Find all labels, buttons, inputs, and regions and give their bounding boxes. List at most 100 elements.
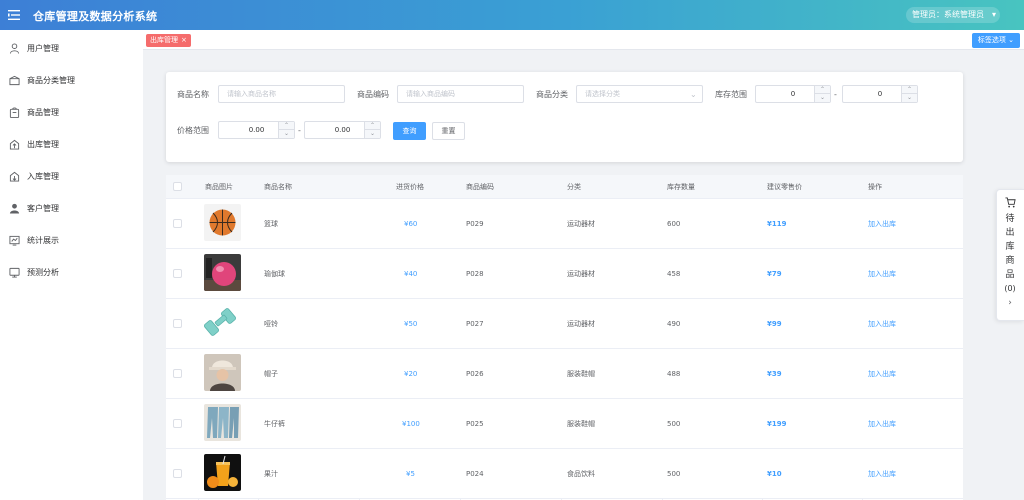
product-code: P025 [466,420,484,428]
row-checkbox[interactable] [173,419,182,428]
product-name: 帽子 [264,370,278,378]
stock-quantity: 488 [667,370,681,378]
price-min-stepper[interactable]: ⌃ ⌄ [278,122,294,138]
product-code: P026 [466,370,484,378]
sidebar-item-products[interactable]: 商品管理 [0,97,143,129]
row-checkbox[interactable] [173,219,182,228]
reset-button[interactable]: 重置 [432,122,465,140]
tag-options-button[interactable]: 标签选项 ⌄ [971,33,1020,48]
hat-image [204,354,241,391]
sidebar-item-label: 统计展示 [27,236,59,245]
product-category: 运动器材 [567,320,595,328]
chevron-down-icon: ▾ [991,10,996,19]
chevron-down-icon: ⌄ [369,130,376,137]
add-to-outbound-link[interactable]: 加入出库 [868,199,896,249]
select-all-checkbox[interactable] [173,182,182,191]
dumbbell-image [204,304,241,341]
forecast-icon [9,267,20,278]
stats-icon [9,235,20,246]
chevron-right-icon[interactable]: › [997,298,1023,308]
category-icon [9,75,20,86]
sidebar-item-inbound[interactable]: 入库管理 [0,161,143,193]
name-label: 商品名称 [177,90,209,99]
close-icon[interactable]: × [181,36,187,44]
product-code: P024 [466,470,484,478]
add-to-outbound-link[interactable]: 加入出库 [868,249,896,299]
sidebar-item-label: 入库管理 [27,172,59,181]
tag-options-label: 标签选项 [977,36,1006,44]
col-category: 分类 [567,183,581,191]
cart-count: (0) [1004,284,1016,293]
col-name: 商品名称 [264,183,292,191]
user-menu[interactable]: 管理员：系统管理员 ▾ [906,7,1000,23]
stock-min-stepper[interactable]: ⌃ ⌄ [814,86,830,102]
yoga-ball-image [204,254,241,291]
basketball-image [204,204,241,241]
stock-quantity: 490 [667,320,681,328]
retail-price: ¥10 [767,470,782,478]
row-checkbox[interactable] [173,469,182,478]
purchase-price: ¥60 [404,220,418,228]
outbound-icon [9,139,20,150]
table-row: 瑜伽球 ¥40 P028 运动器材 458 ¥79 加入出库 [166,249,963,299]
add-to-outbound-link[interactable]: 加入出库 [868,399,896,449]
chevron-down-icon: ⌄ [1008,36,1014,44]
user-label: 管理员：系统管理员 [912,10,984,19]
sidebar-item-customers[interactable]: 客户管理 [0,193,143,225]
chevron-up-icon: ⌃ [279,122,294,130]
stock-quantity: 500 [667,470,681,478]
add-to-outbound-link[interactable]: 加入出库 [868,299,896,349]
table-row: 帽子 ¥20 P026 服装鞋帽 488 ¥39 加入出库 [166,349,963,399]
sidebar-item-label: 预测分析 [27,268,59,277]
product-category: 服装鞋帽 [567,420,595,428]
sidebar-item-label: 用户管理 [27,44,59,53]
sidebar-item-outbound[interactable]: 出库管理 [0,129,143,161]
chevron-down-icon: ⌄ [690,90,697,99]
product-name: 果汁 [264,470,278,478]
row-checkbox[interactable] [173,269,182,278]
product-code: P027 [466,320,484,328]
add-to-outbound-link[interactable]: 加入出库 [868,449,896,499]
add-to-outbound-link[interactable]: 加入出库 [868,349,896,399]
sidebar-item-statistics[interactable]: 统计展示 [0,225,143,257]
inbound-icon [9,171,20,182]
sidebar-item-forecast[interactable]: 预测分析 [0,257,143,289]
product-code: P028 [466,270,484,278]
col-code: 商品编码 [466,183,494,191]
chevron-down-icon: ⌄ [819,94,826,101]
table-header: 商品图片 商品名称 进货价格 商品编码 分类 库存数量 建议零售价 操作 [166,175,963,199]
product-name: 瑜伽球 [264,270,285,278]
chevron-up-icon: ⌃ [815,86,830,94]
category-select[interactable] [576,85,703,103]
product-name: 牛仔裤 [264,420,285,428]
price-max-stepper[interactable]: ⌃ ⌄ [364,122,380,138]
col-retail-price: 建议零售价 [767,183,802,191]
product-name: 哑铃 [264,320,278,328]
query-button[interactable]: 查询 [393,122,426,140]
table-row: 哑铃 ¥50 P027 运动器材 490 ¥99 加入出库 [166,299,963,349]
stock-quantity: 500 [667,420,681,428]
table-row: 果汁 ¥5 P024 食品饮料 500 ¥10 加入出库 [166,449,963,499]
sidebar-item-category[interactable]: 商品分类管理 [0,65,143,97]
tab-outbound[interactable]: 出库管理 × [146,34,191,47]
purchase-price: ¥20 [404,370,418,378]
jeans-image [204,404,241,441]
purchase-price: ¥5 [406,470,415,478]
sidebar: 用户管理 商品分类管理 商品管理 出库管理 入库管理 客户管理 统计展示 预测分… [0,30,143,500]
purchase-price: ¥100 [402,420,420,428]
sidebar-item-users[interactable]: 用户管理 [0,33,143,65]
outbound-cart-drawer[interactable]: 待出库商品 (0) › [996,189,1024,321]
customer-icon [9,203,20,214]
stock-max-stepper[interactable]: ⌃ ⌄ [901,86,917,102]
row-checkbox[interactable] [173,369,182,378]
product-code-input[interactable] [397,85,524,103]
tab-label: 出库管理 [150,36,178,44]
product-name-input[interactable] [218,85,345,103]
row-checkbox[interactable] [173,319,182,328]
range-separator: - [834,90,837,99]
menu-toggle-icon[interactable] [8,9,20,21]
sidebar-item-label: 商品管理 [27,108,59,117]
product-category: 运动器材 [567,270,595,278]
table-row: 篮球 ¥60 P029 运动器材 600 ¥119 加入出库 [166,199,963,249]
retail-price: ¥199 [767,420,787,428]
